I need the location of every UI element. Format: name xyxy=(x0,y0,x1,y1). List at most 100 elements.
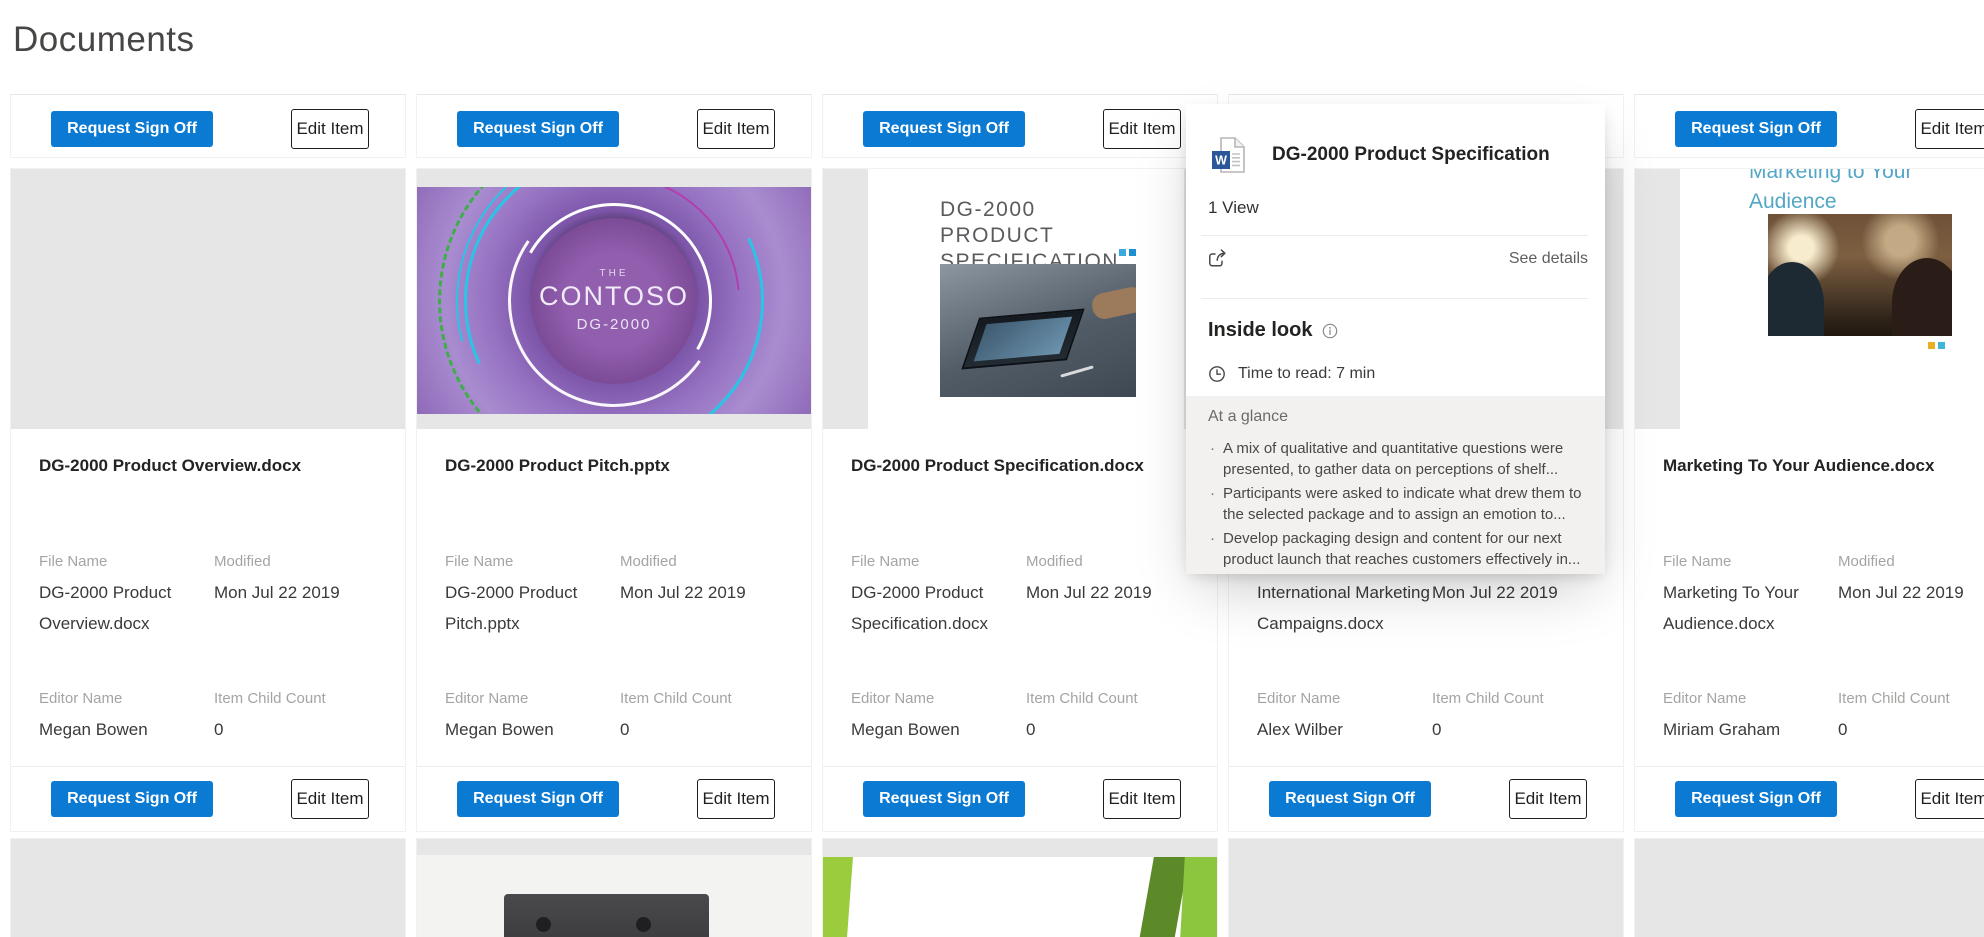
edit-item-button[interactable]: Edit Item xyxy=(1103,779,1181,819)
field-value-item-child-count: 0 xyxy=(620,714,783,745)
slide-text: Audience xyxy=(1749,187,1984,217)
inside-look-row: Inside look xyxy=(1208,319,1605,342)
slide-text: DG-2000 xyxy=(577,316,652,333)
edit-item-button[interactable]: Edit Item xyxy=(1915,109,1984,149)
slide-text: Marketing to Your xyxy=(1749,169,1984,187)
divider xyxy=(1201,298,1588,299)
field-value-editor-name: Alex Wilber xyxy=(1257,714,1432,745)
document-title[interactable]: DG-2000 Product Pitch.pptx xyxy=(445,454,783,478)
document-thumbnail-placeholder[interactable] xyxy=(11,839,405,937)
document-thumbnail-placeholder[interactable] xyxy=(11,169,405,429)
glance-bullet: A mix of qualitative and quantitative qu… xyxy=(1208,438,1587,480)
field-label-modified: Modified xyxy=(1026,552,1189,572)
request-sign-off-button[interactable]: Request Sign Off xyxy=(457,781,619,817)
share-row: See details xyxy=(1186,236,1605,281)
glance-bullet: Develop packaging design and content for… xyxy=(1208,528,1587,570)
info-icon[interactable] xyxy=(1322,323,1338,339)
field-label-item-child-count: Item Child Count xyxy=(1838,689,1984,709)
document-thumbnail-contoso-dg2000[interactable]: THE CONTOSO DG-2000 xyxy=(417,169,811,429)
request-sign-off-button[interactable]: Request Sign Off xyxy=(457,111,619,147)
request-sign-off-button[interactable]: Request Sign Off xyxy=(863,781,1025,817)
machine-plate-shape xyxy=(504,894,709,937)
green-wedge-left xyxy=(823,857,853,937)
document-title[interactable]: DG-2000 Product Specification.docx xyxy=(851,454,1189,478)
request-sign-off-button[interactable]: Request Sign Off xyxy=(863,111,1025,147)
time-to-read-row: Time to read: 7 min xyxy=(1208,365,1605,383)
card-row-previous: Request Sign Off Edit Item Request Sign … xyxy=(10,94,1984,158)
field-value-editor-name: Megan Bowen xyxy=(445,714,620,745)
share-icon[interactable] xyxy=(1206,247,1229,270)
document-card: DG-2000 PRODUCT SPECIFICATION DETAILS AN… xyxy=(822,168,1218,832)
field-label-modified: Modified xyxy=(620,552,783,572)
field-value-editor-name: Megan Bowen xyxy=(39,714,214,745)
tablet-shape xyxy=(961,309,1084,370)
slide-title: Marketing to Your Audience xyxy=(1749,169,1984,217)
edit-item-button[interactable]: Edit Item xyxy=(697,109,775,149)
document-thumbnail-placeholder[interactable] xyxy=(1635,839,1984,937)
hand-shape xyxy=(1090,285,1136,321)
decorative-squares xyxy=(1928,342,1945,349)
document-thumbnail-machinery[interactable] xyxy=(417,839,811,937)
field-value-item-child-count: 0 xyxy=(1026,714,1189,745)
edit-item-button[interactable]: Edit Item xyxy=(1915,779,1984,819)
card-row-next xyxy=(10,838,1984,937)
purple-flower-image: THE CONTOSO DG-2000 xyxy=(417,187,811,414)
field-label-editor-name: Editor Name xyxy=(851,689,1026,709)
request-sign-off-button[interactable]: Request Sign Off xyxy=(1675,111,1837,147)
machinery-photo xyxy=(417,855,811,937)
field-value-modified: Mon Jul 22 2019 xyxy=(1026,577,1189,608)
card-footer: Request Sign Off Edit Item xyxy=(1635,766,1984,831)
document-title[interactable]: DG-2000 Product Overview.docx xyxy=(39,454,377,478)
documents-page: Documents Request Sign Off Edit Item Req… xyxy=(0,0,1984,937)
document-thumbnail-green-slide[interactable] xyxy=(823,839,1217,937)
request-sign-off-button[interactable]: Request Sign Off xyxy=(1269,781,1431,817)
field-label-file-name: File Name xyxy=(851,552,1026,572)
clock-icon xyxy=(1208,365,1226,383)
edit-item-button[interactable]: Edit Item xyxy=(697,779,775,819)
document-thumbnail-audience-slide[interactable]: Marketing to Your Audience xyxy=(1635,169,1984,429)
field-label-file-name: File Name xyxy=(1663,552,1838,572)
request-sign-off-button[interactable]: Request Sign Off xyxy=(1675,781,1837,817)
slide-text: CONTOSO xyxy=(539,281,689,312)
see-details-link[interactable]: See details xyxy=(1509,250,1588,268)
time-to-read-text: Time to read: 7 min xyxy=(1238,365,1375,383)
field-label-modified: Modified xyxy=(214,552,377,572)
edit-item-button[interactable]: Edit Item xyxy=(291,779,369,819)
request-sign-off-button[interactable]: Request Sign Off xyxy=(51,781,213,817)
view-count: 1 View xyxy=(1208,198,1605,218)
card-footer-cut: Request Sign Off Edit Item xyxy=(10,94,406,158)
field-label-item-child-count: Item Child Count xyxy=(214,689,377,709)
document-title[interactable]: Marketing To Your Audience.docx xyxy=(1663,454,1984,478)
meeting-photo xyxy=(1768,214,1952,336)
inside-look-heading: Inside look xyxy=(1208,319,1312,342)
contoso-center-disc: THE CONTOSO DG-2000 xyxy=(531,218,697,384)
file-hover-card: W DG-2000 Product Specification 1 View S… xyxy=(1186,104,1605,572)
edit-item-button[interactable]: Edit Item xyxy=(1509,779,1587,819)
decorative-squares xyxy=(1119,249,1136,256)
field-value-modified: Mon Jul 22 2019 xyxy=(1432,577,1595,608)
document-card xyxy=(10,838,406,937)
document-card xyxy=(416,838,812,937)
field-label-item-child-count: Item Child Count xyxy=(620,689,783,709)
document-thumbnail-placeholder[interactable] xyxy=(1229,839,1623,937)
green-slide-preview xyxy=(823,857,1217,937)
edit-item-button[interactable]: Edit Item xyxy=(1103,109,1181,149)
field-label-editor-name: Editor Name xyxy=(39,689,214,709)
document-card: THE CONTOSO DG-2000 DG-2000 Product Pitc… xyxy=(416,168,812,832)
document-card xyxy=(822,838,1218,937)
page-title: Documents xyxy=(13,20,195,60)
edit-item-button[interactable]: Edit Item xyxy=(291,109,369,149)
word-file-icon: W xyxy=(1208,134,1250,176)
field-value-editor-name: Miriam Graham xyxy=(1663,714,1838,745)
card-footer-cut: Request Sign Off Edit Item xyxy=(416,94,812,158)
field-value-item-child-count: 0 xyxy=(1432,714,1595,745)
card-footer-cut: Request Sign Off Edit Item xyxy=(822,94,1218,158)
field-value-item-child-count: 0 xyxy=(1838,714,1984,745)
at-a-glance-label: At a glance xyxy=(1208,408,1587,426)
field-value-file-name: International Marketing Campaigns.docx xyxy=(1257,577,1432,639)
document-thumbnail-spec-doc[interactable]: DG-2000 PRODUCT SPECIFICATION DETAILS AN… xyxy=(823,169,1217,429)
field-label-item-child-count: Item Child Count xyxy=(1432,689,1595,709)
field-value-file-name: DG-2000 Product Specification.docx xyxy=(851,577,1026,639)
field-value-item-child-count: 0 xyxy=(214,714,377,745)
request-sign-off-button[interactable]: Request Sign Off xyxy=(51,111,213,147)
